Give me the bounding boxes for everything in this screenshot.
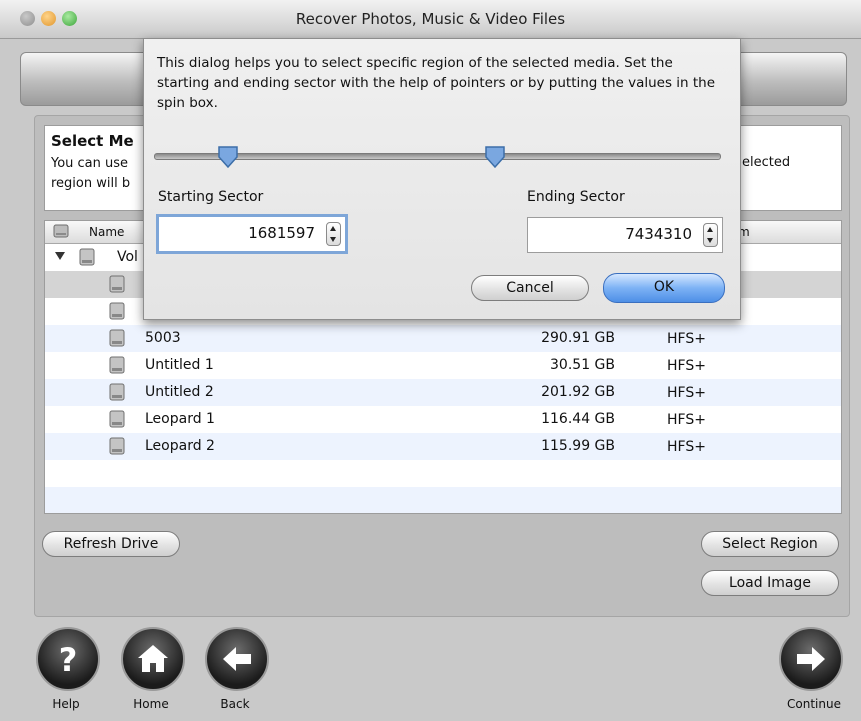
starting-sector-stepper[interactable] bbox=[326, 222, 341, 246]
home-label: Home bbox=[133, 697, 169, 711]
starting-sector-field[interactable]: 1681597 bbox=[156, 214, 348, 254]
table-cell-name: Untitled 2 bbox=[145, 384, 214, 400]
table-row[interactable]: Leopard 2 115.99 GB HFS+ bbox=[45, 433, 841, 460]
refresh-drive-button[interactable]: Refresh Drive bbox=[42, 531, 180, 557]
table-cell-name: Leopard 2 bbox=[145, 438, 215, 454]
starting-sector-label: Starting Sector bbox=[158, 189, 264, 205]
help-label: Help bbox=[52, 697, 80, 711]
table-cell-size: 201.92 GB bbox=[541, 384, 615, 400]
ending-sector-field[interactable]: 7434310 bbox=[527, 217, 723, 253]
table-cell-filesystem: HFS+ bbox=[667, 331, 706, 347]
table-cell-name: Untitled 1 bbox=[145, 357, 214, 373]
drive-icon bbox=[109, 410, 125, 428]
ending-sector-value: 7434310 bbox=[625, 225, 692, 243]
drive-icon bbox=[109, 383, 125, 401]
ending-sector-label: Ending Sector bbox=[527, 189, 625, 205]
cancel-button[interactable]: Cancel bbox=[471, 275, 589, 301]
dialog-description: This dialog helps you to select specific… bbox=[157, 55, 716, 111]
ending-sector-pointer[interactable] bbox=[484, 145, 506, 169]
table-cell-filesystem: HFS+ bbox=[667, 439, 706, 455]
drive-icon bbox=[109, 437, 125, 455]
table-cell-size: 116.44 GB bbox=[541, 411, 615, 427]
table-cell-size: 30.51 GB bbox=[550, 357, 615, 373]
svg-text:?: ? bbox=[59, 641, 78, 677]
starting-sector-pointer[interactable] bbox=[217, 145, 239, 169]
table-cell-size: 115.99 GB bbox=[541, 438, 615, 454]
back-arrow-icon bbox=[223, 647, 251, 671]
column-header-name[interactable]: Name bbox=[89, 225, 124, 239]
select-region-button[interactable]: Select Region bbox=[701, 531, 839, 557]
help-icon: ? bbox=[59, 641, 78, 677]
drive-icon bbox=[109, 356, 125, 374]
table-cell-filesystem: HFS+ bbox=[667, 358, 706, 374]
table-cell-name: Leopard 1 bbox=[145, 411, 215, 427]
starting-sector-value: 1681597 bbox=[248, 224, 315, 242]
column-header-filesystem[interactable]: m bbox=[733, 222, 838, 240]
info-text-right: elected bbox=[742, 155, 791, 170]
table-row-empty bbox=[45, 487, 841, 513]
back-button[interactable] bbox=[205, 627, 269, 691]
info-title: Select Me bbox=[51, 132, 134, 150]
table-cell-filesystem: HFS+ bbox=[667, 385, 706, 401]
home-icon bbox=[138, 645, 168, 672]
table-row[interactable]: 5003 290.91 GB HFS+ bbox=[45, 325, 841, 352]
home-button[interactable] bbox=[121, 627, 185, 691]
drive-icon bbox=[109, 275, 125, 293]
table-row-empty bbox=[45, 460, 841, 487]
table-cell-name: 5003 bbox=[145, 330, 181, 346]
help-button[interactable]: ? bbox=[36, 627, 100, 691]
forward-arrow-icon bbox=[797, 647, 825, 671]
drive-icon bbox=[79, 248, 95, 266]
app-window: Recover Photos, Music & Video Files Sele… bbox=[0, 0, 861, 721]
ok-button[interactable]: OK bbox=[603, 273, 725, 303]
window-title: Recover Photos, Music & Video Files bbox=[295, 10, 566, 28]
table-cell-filesystem: HFS+ bbox=[667, 412, 706, 428]
sector-range-slider[interactable] bbox=[154, 153, 721, 160]
ending-sector-stepper[interactable] bbox=[703, 223, 718, 247]
drive-icon bbox=[109, 329, 125, 347]
table-cell-size: 290.91 GB bbox=[541, 330, 615, 346]
table-row[interactable]: Leopard 1 116.44 GB HFS+ bbox=[45, 406, 841, 433]
drive-icon bbox=[109, 302, 125, 320]
load-image-button[interactable]: Load Image bbox=[701, 570, 839, 596]
table-row[interactable]: Untitled 2 201.92 GB HFS+ bbox=[45, 379, 841, 406]
table-row-name: Vol bbox=[117, 249, 138, 265]
continue-label: Continue bbox=[787, 697, 841, 711]
back-label: Back bbox=[220, 697, 250, 711]
disclosure-triangle-icon[interactable] bbox=[55, 252, 65, 260]
continue-button[interactable] bbox=[779, 627, 843, 691]
table-row[interactable]: Untitled 1 30.51 GB HFS+ bbox=[45, 352, 841, 379]
title-bar: Recover Photos, Music & Video Files bbox=[0, 0, 861, 39]
drive-icon bbox=[53, 224, 69, 238]
